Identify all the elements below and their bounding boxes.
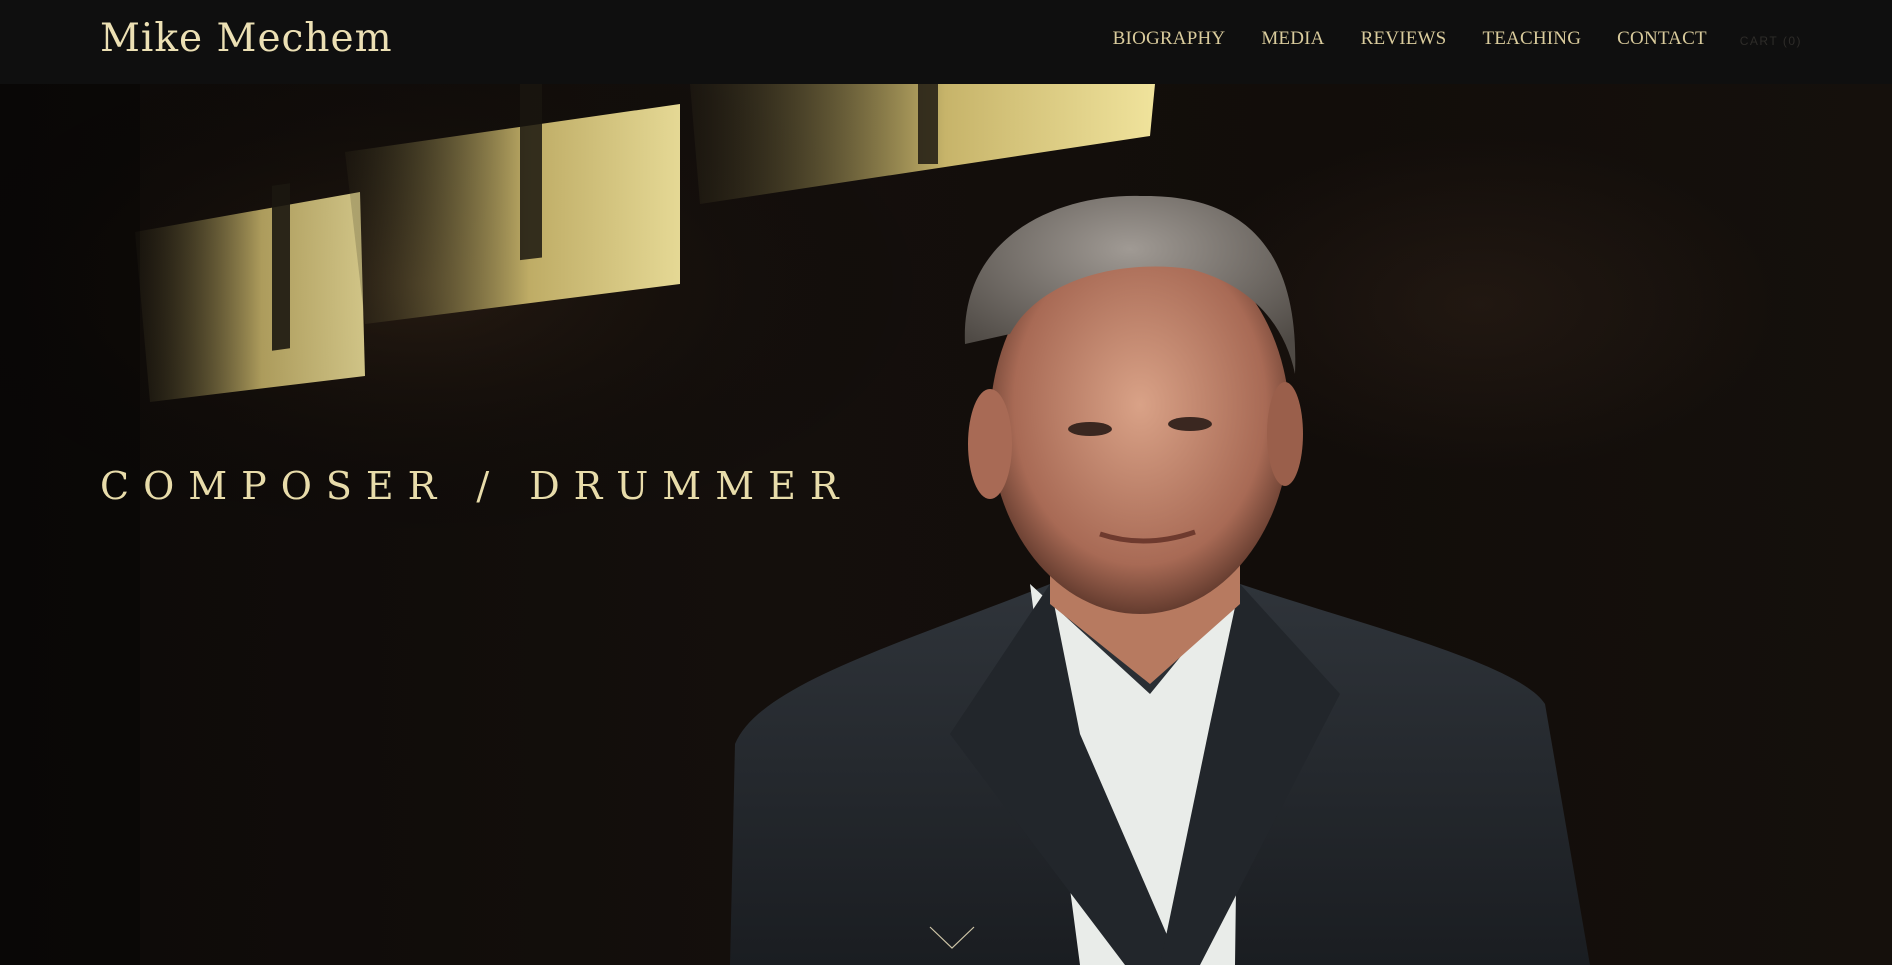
nav-item-biography[interactable]: BIOGRAPHY bbox=[1113, 28, 1226, 50]
hero-section: COMPOSER / DRUMMER bbox=[0, 84, 1892, 965]
nav-item-reviews[interactable]: REVIEWS bbox=[1361, 28, 1447, 50]
nav-item-contact[interactable]: CONTACT bbox=[1617, 28, 1707, 50]
chevron-down-icon[interactable] bbox=[929, 926, 975, 950]
page: Mike Mechem BIOGRAPHY MEDIA REVIEWS TEAC… bbox=[0, 0, 1892, 965]
hero-portrait-image bbox=[0, 84, 1590, 965]
site-header: Mike Mechem BIOGRAPHY MEDIA REVIEWS TEAC… bbox=[0, 0, 1892, 84]
nav-item-teaching[interactable]: TEACHING bbox=[1482, 28, 1581, 50]
hero-tagline: COMPOSER / DRUMMER bbox=[100, 464, 853, 508]
site-title-link[interactable]: Mike Mechem bbox=[100, 16, 393, 61]
main-nav: BIOGRAPHY MEDIA REVIEWS TEACHING CONTACT… bbox=[1077, 28, 1802, 50]
cart-link[interactable]: CART (0) bbox=[1740, 31, 1802, 48]
nav-item-media[interactable]: MEDIA bbox=[1261, 28, 1324, 50]
